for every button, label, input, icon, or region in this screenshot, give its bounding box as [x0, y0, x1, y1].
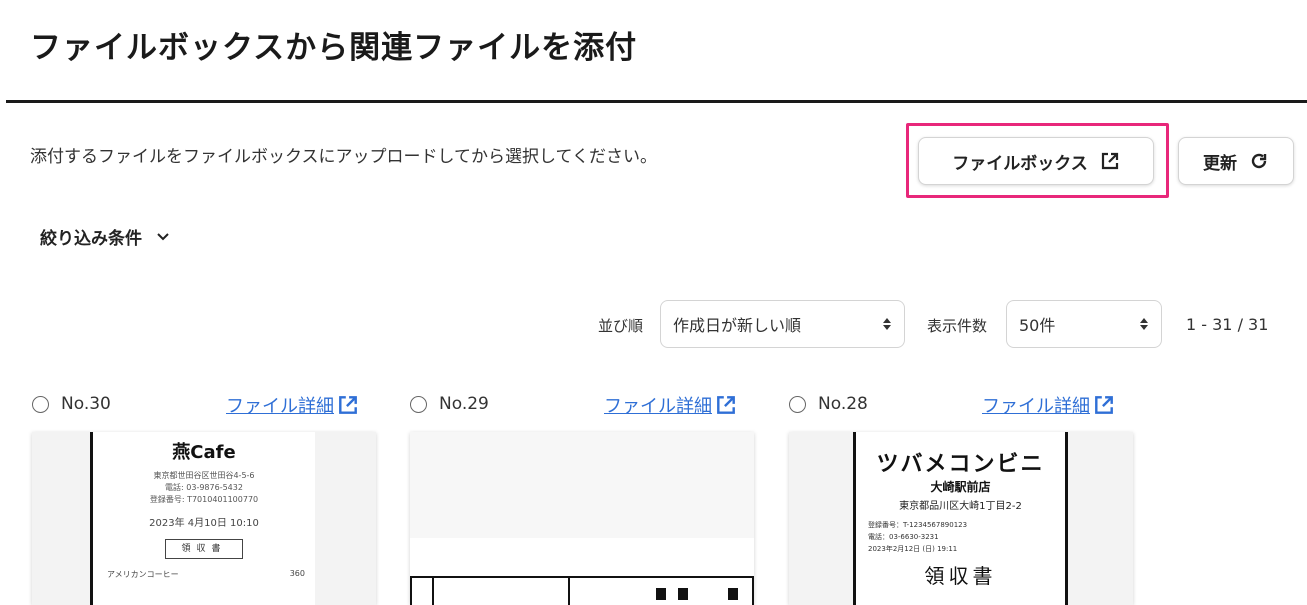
file-detail-link[interactable]: ファイル詳細 [226, 392, 359, 418]
receipt-reg: 登録番号：T-1234567890123 [868, 521, 968, 529]
receipt-image: ツバメコンビニ 大崎駅前店 東京都品川区大崎1丁目2-2 登録番号：T-1234… [853, 432, 1068, 605]
receipt-branch: 大崎駅前店 [930, 480, 991, 494]
title-divider [6, 100, 1307, 103]
refresh-button[interactable]: 更新 [1178, 137, 1294, 185]
receipt-phone: 電話：03-6630-3231 [868, 533, 939, 541]
filter-label: 絞り込み条件 [40, 229, 142, 249]
external-link-icon [1101, 152, 1118, 170]
filter-toggle[interactable]: 絞り込み条件 [40, 224, 170, 249]
receipt-item: アメリカンコーヒー [107, 570, 179, 579]
file-detail-link[interactable]: ファイル詳細 [604, 392, 737, 418]
receipt-background [410, 432, 754, 538]
receipt-phone: 電話: 03-9876-5432 [165, 483, 243, 492]
sort-label: 並び順 [598, 317, 644, 335]
external-link-icon [339, 396, 357, 414]
receipt-rule [568, 576, 570, 605]
count-label: 表示件数 [927, 317, 988, 335]
file-detail-label: ファイル詳細 [226, 396, 334, 417]
file-number: No.29 [439, 394, 489, 414]
sort-row: 並び順 作成日が新しい順 表示件数 50件 1 - 31 / 31 [0, 300, 1307, 348]
receipt-address: 東京都世田谷区世田谷4-5-6 [153, 471, 255, 480]
receipt-date: 2023年 4月10日 10:10 [149, 518, 259, 529]
chevron-down-icon [157, 232, 169, 240]
refresh-button-label: 更新 [1203, 153, 1237, 174]
filebox-button-label: ファイルボックス [952, 153, 1088, 174]
file-card-header: No.28 [789, 392, 868, 416]
file-number: No.30 [61, 394, 111, 414]
file-number: No.28 [818, 394, 868, 414]
file-radio[interactable] [410, 395, 427, 413]
receipt-mark [728, 588, 738, 600]
receipt-shop: ツバメコンビニ [876, 452, 1045, 477]
receipt-image: 燕Cafe 東京都世田谷区世田谷4-5-6 電話: 03-9876-5432 登… [90, 432, 315, 605]
receipt-line: アメリカンコーヒー 360 [93, 569, 315, 580]
file-thumbnail[interactable]: 燕Cafe 東京都世田谷区世田谷4-5-6 電話: 03-9876-5432 登… [32, 432, 376, 605]
filebox-button[interactable]: ファイルボックス [918, 137, 1154, 185]
receipt-rule [410, 576, 412, 605]
file-radio[interactable] [789, 395, 806, 413]
page-title: ファイルボックスから関連ファイルを添付 [30, 30, 638, 66]
file-thumbnail[interactable]: ツバメコンビニ 大崎駅前店 東京都品川区大崎1丁目2-2 登録番号：T-1234… [789, 432, 1133, 605]
sort-select[interactable]: 作成日が新しい順 [660, 300, 905, 348]
result-range: 1 - 31 / 31 [1186, 315, 1269, 334]
file-card-header: No.29 [410, 392, 489, 416]
receipt-date: 2023年2月12日 (日) 19:11 [868, 545, 958, 553]
refresh-icon [1251, 153, 1267, 169]
file-radio[interactable] [32, 395, 49, 413]
receipt-stamp: 領収書 [165, 539, 243, 559]
sort-select-value: 作成日が新しい順 [673, 316, 802, 335]
receipt-rule [432, 576, 434, 605]
select-arrows-icon [883, 318, 891, 330]
receipt-reg: 登録番号: T7010401100770 [149, 495, 259, 504]
receipt-price: 360 [289, 569, 305, 578]
receipt-image [410, 538, 754, 605]
instruction-text: 添付するファイルをファイルボックスにアップロードしてから選択してください。 [30, 147, 657, 167]
external-link-icon [1095, 396, 1113, 414]
receipt-shop: 燕Cafe [172, 442, 236, 463]
receipt-rule [410, 576, 754, 578]
receipt-mark [678, 588, 688, 600]
external-link-icon [717, 396, 735, 414]
receipt-mark [656, 588, 666, 600]
file-detail-label: ファイル詳細 [604, 396, 712, 417]
count-select[interactable]: 50件 [1006, 300, 1162, 348]
file-detail-label: ファイル詳細 [982, 396, 1090, 417]
file-thumbnail[interactable] [410, 432, 754, 605]
receipt-rule [752, 576, 754, 605]
file-card-header: No.30 [32, 392, 111, 416]
count-select-value: 50件 [1019, 316, 1056, 335]
receipt-address: 東京都品川区大崎1丁目2-2 [899, 501, 1022, 512]
receipt-title: 領収書 [924, 564, 997, 588]
file-detail-link[interactable]: ファイル詳細 [982, 392, 1115, 418]
select-arrows-icon [1140, 318, 1148, 330]
